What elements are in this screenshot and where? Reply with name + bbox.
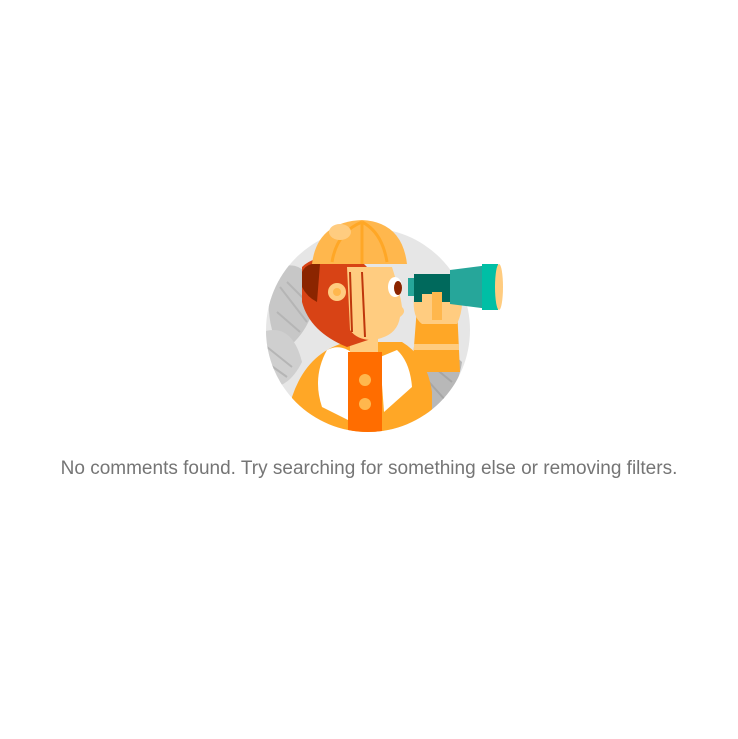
- empty-state: No comments found. Try searching for som…: [0, 0, 738, 739]
- empty-state-message: No comments found. Try searching for som…: [60, 458, 678, 479]
- person-with-binoculars-icon: [262, 212, 508, 438]
